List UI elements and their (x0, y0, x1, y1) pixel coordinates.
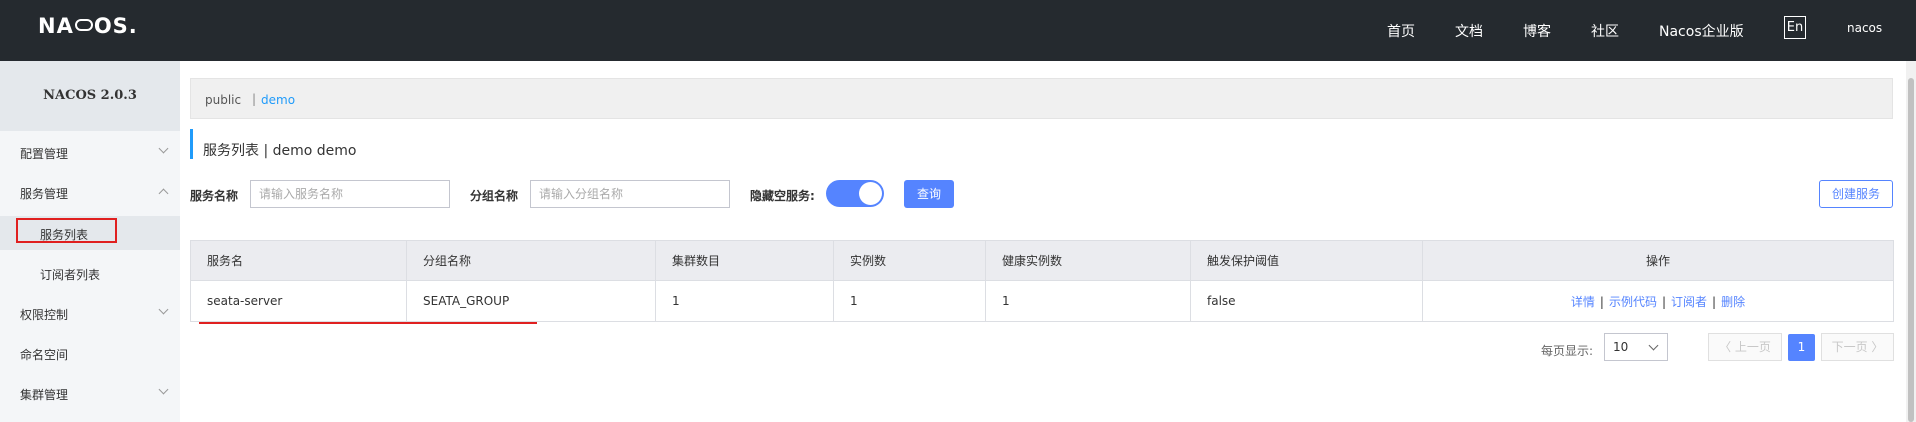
nav-home[interactable]: 首页 (1387, 21, 1415, 41)
user-menu[interactable]: nacos (1847, 21, 1882, 35)
chevron-down-icon (158, 384, 169, 395)
nav-docs[interactable]: 文档 (1455, 21, 1483, 41)
column-header-service: 服务名 (190, 240, 407, 281)
page-title: 服务列表 | demo demo (203, 143, 357, 159)
column-header-instances: 实例数 (833, 240, 986, 281)
highlight-box-service-list (16, 218, 117, 243)
hide-empty-toggle[interactable] (826, 180, 884, 207)
create-service-button[interactable]: 创建服务 (1819, 180, 1893, 208)
page-size-label: 每页显示: (1541, 344, 1594, 358)
column-header-group: 分组名称 (406, 240, 656, 281)
op-separator: | (1599, 294, 1604, 309)
chevron-down-icon (158, 143, 169, 154)
cell-healthy-count: 1 (985, 280, 1191, 322)
op-separator: | (1712, 294, 1717, 309)
sidebar-item-config-management[interactable]: 配置管理 (20, 145, 68, 162)
version-title: NACOS 2.0.3 (0, 61, 180, 131)
cell-group-name: SEATA_GROUP (406, 280, 656, 322)
sidebar-item-service-management[interactable]: 服务管理 (20, 185, 68, 202)
sample-code-link[interactable]: 示例代码 (1609, 295, 1657, 309)
chevron-up-icon (158, 188, 169, 199)
page-size-select[interactable]: 10 (1604, 333, 1668, 361)
nav-blog[interactable]: 博客 (1523, 21, 1551, 41)
cell-protect-threshold: false (1190, 280, 1423, 322)
prev-page-button[interactable]: 〈 上一页 (1708, 333, 1782, 361)
table-header-row: 服务名 分组名称 集群数目 实例数 健康实例数 触发保护阈值 操作 (190, 240, 1894, 281)
group-name-label: 分组名称 (470, 189, 519, 203)
delete-link[interactable]: 删除 (1721, 295, 1745, 309)
toggle-knob (859, 182, 882, 205)
namespace-demo[interactable]: demo (261, 93, 295, 107)
next-page-button[interactable]: 下一页 〉 (1821, 333, 1894, 361)
group-name-input[interactable] (530, 180, 730, 208)
current-page-button[interactable]: 1 (1788, 334, 1815, 361)
namespace-separator: | (252, 92, 257, 106)
cell-operations: 详情 | 示例代码 | 订阅者 | 删除 (1422, 280, 1894, 322)
namespace-bar (190, 78, 1893, 119)
service-table: 服务名 分组名称 集群数目 实例数 健康实例数 触发保护阈值 操作 seata-… (190, 240, 1894, 322)
cell-cluster-count: 1 (655, 280, 834, 322)
sidebar-item-namespace[interactable]: 命名空间 (20, 346, 68, 363)
sidebar-item-access-control[interactable]: 权限控制 (20, 306, 68, 323)
cell-service-name: seata-server (190, 280, 407, 322)
namespace-public[interactable]: public (205, 93, 241, 107)
chevron-down-icon (1648, 340, 1659, 351)
top-header: NA OS. 首页 文档 博客 社区 Nacos企业版 En nacos (0, 0, 1916, 61)
service-name-label: 服务名称 (190, 189, 239, 203)
column-header-operations: 操作 (1422, 240, 1894, 281)
op-separator: | (1661, 294, 1667, 309)
column-header-healthy: 健康实例数 (985, 240, 1191, 281)
page-title-accent (190, 129, 193, 159)
sidebar-item-cluster-management[interactable]: 集群管理 (20, 386, 68, 403)
service-name-input[interactable] (250, 180, 450, 208)
nav-enterprise[interactable]: Nacos企业版 (1659, 21, 1744, 41)
page-size-value: 10 (1613, 340, 1629, 354)
subscribers-link[interactable]: 订阅者 (1671, 295, 1707, 309)
nacos-logo[interactable]: NA OS. (38, 14, 138, 38)
language-toggle-button[interactable]: En (1784, 16, 1806, 39)
sidebar-item-subscriber-list[interactable]: 订阅者列表 (40, 266, 100, 283)
details-link[interactable]: 详情 (1571, 295, 1595, 309)
chevron-down-icon (158, 304, 169, 315)
query-button[interactable]: 查询 (904, 180, 954, 208)
table-row: seata-server SEATA_GROUP 1 1 1 false 详情 |… (190, 280, 1894, 322)
nav-community[interactable]: 社区 (1591, 21, 1619, 41)
column-header-clusters: 集群数目 (655, 240, 834, 281)
scrollbar-thumb[interactable] (1908, 78, 1914, 422)
hide-empty-label: 隐藏空服务: (750, 189, 815, 203)
cell-instance-count: 1 (833, 280, 986, 322)
column-header-threshold: 触发保护阈值 (1190, 240, 1423, 281)
